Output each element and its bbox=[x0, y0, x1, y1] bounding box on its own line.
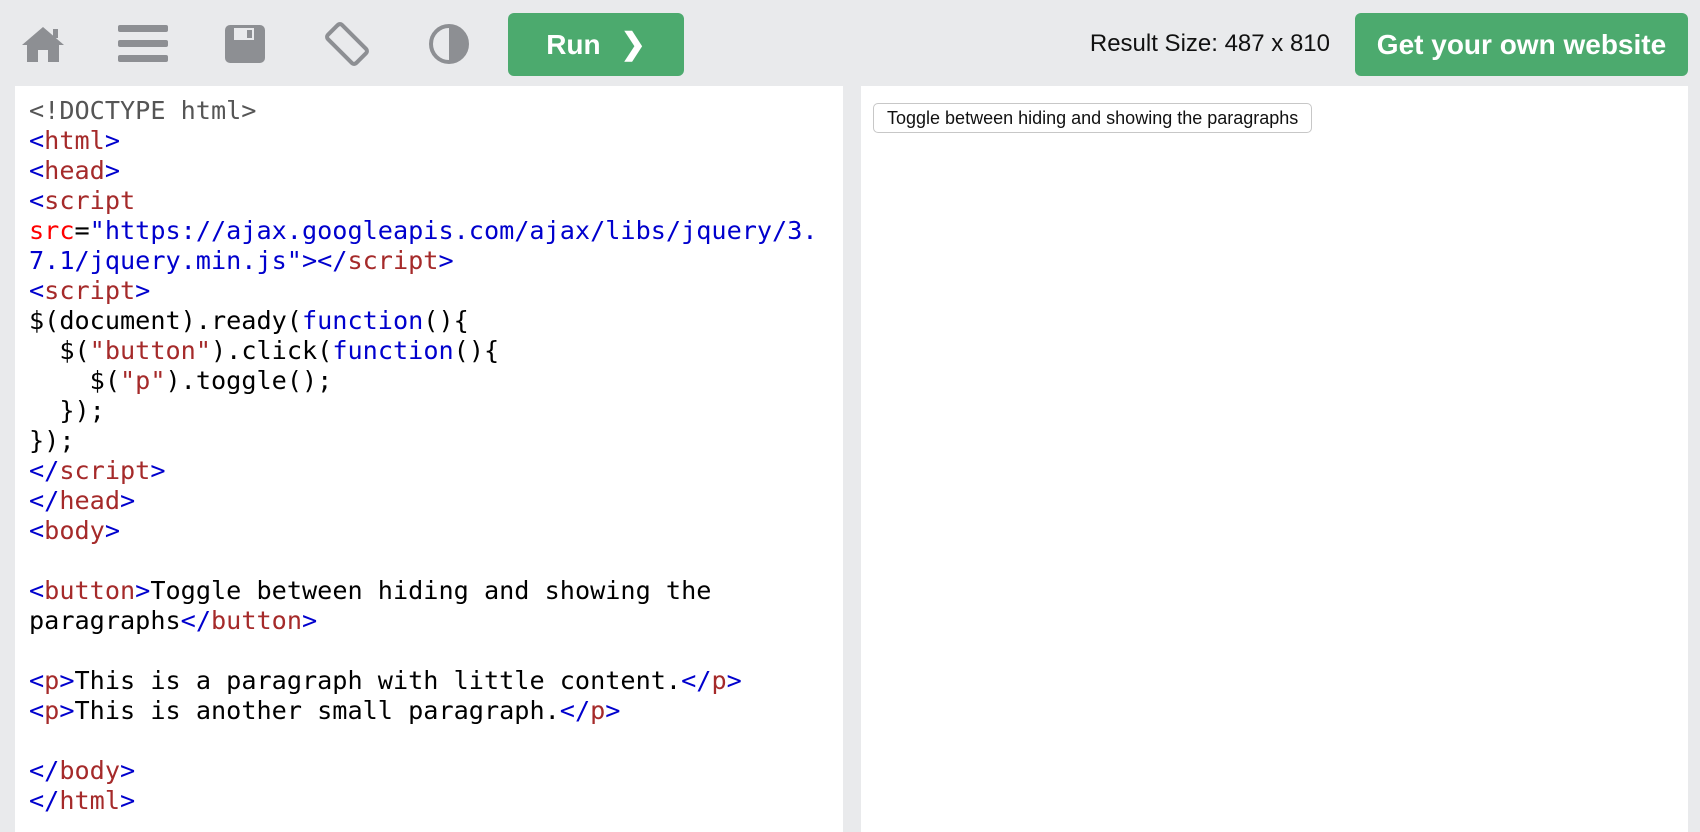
code-line: <script> bbox=[29, 276, 151, 305]
code-line: <body> bbox=[29, 516, 121, 545]
contrast-icon[interactable] bbox=[417, 12, 481, 76]
code-line: <head> bbox=[29, 156, 121, 185]
code-line: </script> bbox=[29, 456, 166, 485]
code-line: <button>Toggle between hiding and showin… bbox=[29, 576, 712, 605]
code-editor[interactable]: <!DOCTYPE html> <html> <head> <script src="h… bbox=[15, 86, 843, 832]
result-size-readout: Result Size: 487 x 810 bbox=[1089, 30, 1330, 57]
code-line: }); bbox=[29, 396, 105, 425]
code-line: }); bbox=[29, 426, 75, 455]
code-line: <html> bbox=[29, 126, 121, 155]
code-line: $(document).ready(function(){ bbox=[29, 306, 469, 335]
code-line-empty bbox=[29, 636, 818, 666]
home-icon[interactable] bbox=[11, 12, 75, 76]
result-panel: Toggle between hiding and showing the pa… bbox=[861, 86, 1688, 832]
code-line-empty bbox=[29, 726, 818, 756]
toggle-paragraphs-button[interactable]: Toggle between hiding and showing the pa… bbox=[873, 103, 1313, 133]
run-button[interactable]: Run ❯ bbox=[508, 13, 684, 76]
rotate-icon[interactable] bbox=[315, 12, 379, 76]
menu-icon[interactable] bbox=[111, 12, 175, 76]
code-line: 7.1/jquery.min.js"></script> bbox=[29, 246, 454, 275]
code-line: $("button").click(function(){ bbox=[29, 336, 500, 365]
code-line: src="https://ajax.googleapis.com/ajax/li… bbox=[29, 216, 818, 245]
code-line-empty bbox=[29, 546, 818, 576]
code-content[interactable]: <!DOCTYPE html> <html> <head> <script src="h… bbox=[29, 96, 818, 816]
panel-divider[interactable] bbox=[843, 86, 859, 832]
save-icon[interactable] bbox=[213, 12, 277, 76]
code-line: paragraphs</button> bbox=[29, 606, 318, 635]
code-line: </head> bbox=[29, 486, 136, 515]
get-your-own-website-button[interactable]: Get your own website bbox=[1355, 13, 1688, 76]
code-line: <p>This is another small paragraph.</p> bbox=[29, 696, 621, 725]
code-line: <!DOCTYPE html> bbox=[29, 96, 257, 125]
toolbar: Run ❯ Result Size: 487 x 810 Get your ow… bbox=[0, 0, 1700, 84]
run-button-label: Run bbox=[546, 28, 601, 60]
code-line: <script bbox=[29, 186, 136, 215]
chevron-right-icon: ❯ bbox=[620, 28, 646, 61]
code-line: <p>This is a paragraph with little conte… bbox=[29, 666, 742, 695]
code-line: </body> bbox=[29, 756, 136, 785]
code-line: </html> bbox=[29, 786, 136, 815]
code-line: $("p").toggle(); bbox=[29, 366, 333, 395]
